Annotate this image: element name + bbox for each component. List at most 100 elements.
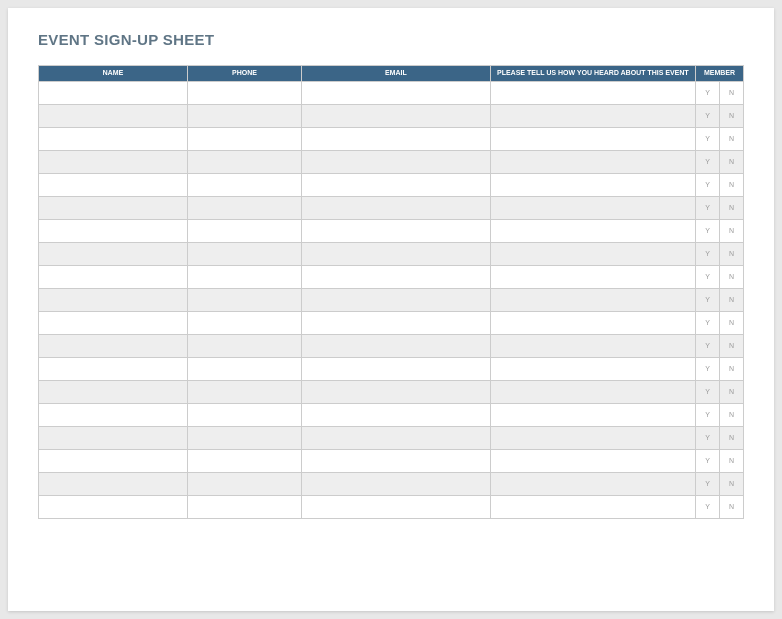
cell-heard[interactable] [490,289,695,312]
cell-phone[interactable] [187,312,301,335]
cell-heard[interactable] [490,151,695,174]
cell-name[interactable] [39,174,188,197]
cell-member-yes[interactable]: Y [696,335,720,358]
cell-heard[interactable] [490,174,695,197]
cell-email[interactable] [302,289,491,312]
cell-member-no[interactable]: N [720,312,744,335]
cell-heard[interactable] [490,381,695,404]
cell-member-no[interactable]: N [720,404,744,427]
cell-name[interactable] [39,335,188,358]
cell-email[interactable] [302,450,491,473]
cell-email[interactable] [302,105,491,128]
cell-member-no[interactable]: N [720,151,744,174]
cell-email[interactable] [302,427,491,450]
cell-phone[interactable] [187,197,301,220]
cell-name[interactable] [39,496,188,519]
cell-member-no[interactable]: N [720,427,744,450]
cell-email[interactable] [302,151,491,174]
cell-phone[interactable] [187,427,301,450]
cell-email[interactable] [302,197,491,220]
cell-phone[interactable] [187,404,301,427]
cell-member-no[interactable]: N [720,381,744,404]
cell-email[interactable] [302,266,491,289]
cell-heard[interactable] [490,128,695,151]
cell-member-yes[interactable]: Y [696,128,720,151]
cell-member-yes[interactable]: Y [696,312,720,335]
cell-member-no[interactable]: N [720,473,744,496]
cell-phone[interactable] [187,243,301,266]
cell-name[interactable] [39,266,188,289]
cell-heard[interactable] [490,335,695,358]
cell-heard[interactable] [490,266,695,289]
cell-heard[interactable] [490,312,695,335]
cell-heard[interactable] [490,427,695,450]
cell-member-yes[interactable]: Y [696,243,720,266]
cell-member-no[interactable]: N [720,450,744,473]
cell-member-yes[interactable]: Y [696,427,720,450]
cell-phone[interactable] [187,289,301,312]
cell-member-yes[interactable]: Y [696,266,720,289]
cell-heard[interactable] [490,496,695,519]
cell-member-yes[interactable]: Y [696,496,720,519]
cell-phone[interactable] [187,496,301,519]
cell-member-no[interactable]: N [720,289,744,312]
cell-phone[interactable] [187,82,301,105]
cell-phone[interactable] [187,450,301,473]
cell-member-no[interactable]: N [720,174,744,197]
cell-name[interactable] [39,381,188,404]
cell-member-yes[interactable]: Y [696,358,720,381]
cell-email[interactable] [302,312,491,335]
cell-phone[interactable] [187,174,301,197]
cell-member-yes[interactable]: Y [696,289,720,312]
cell-member-yes[interactable]: Y [696,473,720,496]
cell-heard[interactable] [490,473,695,496]
cell-name[interactable] [39,289,188,312]
cell-name[interactable] [39,358,188,381]
cell-member-no[interactable]: N [720,128,744,151]
cell-name[interactable] [39,220,188,243]
cell-phone[interactable] [187,220,301,243]
cell-phone[interactable] [187,266,301,289]
cell-member-no[interactable]: N [720,105,744,128]
cell-member-no[interactable]: N [720,243,744,266]
cell-heard[interactable] [490,243,695,266]
cell-name[interactable] [39,473,188,496]
cell-phone[interactable] [187,473,301,496]
cell-member-no[interactable]: N [720,197,744,220]
cell-member-yes[interactable]: Y [696,174,720,197]
cell-phone[interactable] [187,358,301,381]
cell-member-no[interactable]: N [720,335,744,358]
cell-phone[interactable] [187,335,301,358]
cell-heard[interactable] [490,197,695,220]
cell-member-yes[interactable]: Y [696,105,720,128]
cell-member-yes[interactable]: Y [696,450,720,473]
cell-member-yes[interactable]: Y [696,82,720,105]
cell-email[interactable] [302,358,491,381]
cell-email[interactable] [302,82,491,105]
cell-heard[interactable] [490,82,695,105]
cell-phone[interactable] [187,128,301,151]
cell-member-no[interactable]: N [720,266,744,289]
cell-heard[interactable] [490,105,695,128]
cell-email[interactable] [302,381,491,404]
cell-name[interactable] [39,312,188,335]
cell-heard[interactable] [490,220,695,243]
cell-phone[interactable] [187,105,301,128]
cell-name[interactable] [39,128,188,151]
cell-name[interactable] [39,82,188,105]
cell-heard[interactable] [490,450,695,473]
cell-heard[interactable] [490,404,695,427]
cell-member-yes[interactable]: Y [696,220,720,243]
cell-email[interactable] [302,473,491,496]
cell-name[interactable] [39,427,188,450]
cell-name[interactable] [39,450,188,473]
cell-name[interactable] [39,243,188,266]
cell-email[interactable] [302,335,491,358]
cell-heard[interactable] [490,358,695,381]
cell-member-yes[interactable]: Y [696,381,720,404]
cell-email[interactable] [302,220,491,243]
cell-member-yes[interactable]: Y [696,404,720,427]
cell-phone[interactable] [187,151,301,174]
cell-member-no[interactable]: N [720,496,744,519]
cell-phone[interactable] [187,381,301,404]
